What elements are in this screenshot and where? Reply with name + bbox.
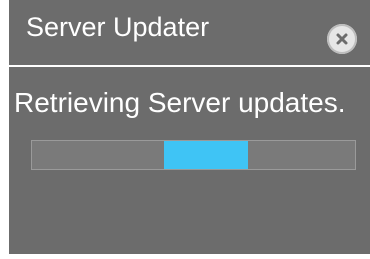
dialog-title: Server Updater	[26, 12, 210, 42]
server-updater-dialog: Server Updater Retrieving Server updates…	[9, 0, 370, 254]
progress-bar	[31, 140, 356, 170]
title-divider	[9, 65, 370, 67]
progress-indicator	[164, 141, 249, 169]
close-button[interactable]	[327, 24, 357, 54]
close-icon	[336, 33, 348, 45]
status-message: Retrieving Server updates.	[14, 87, 346, 118]
